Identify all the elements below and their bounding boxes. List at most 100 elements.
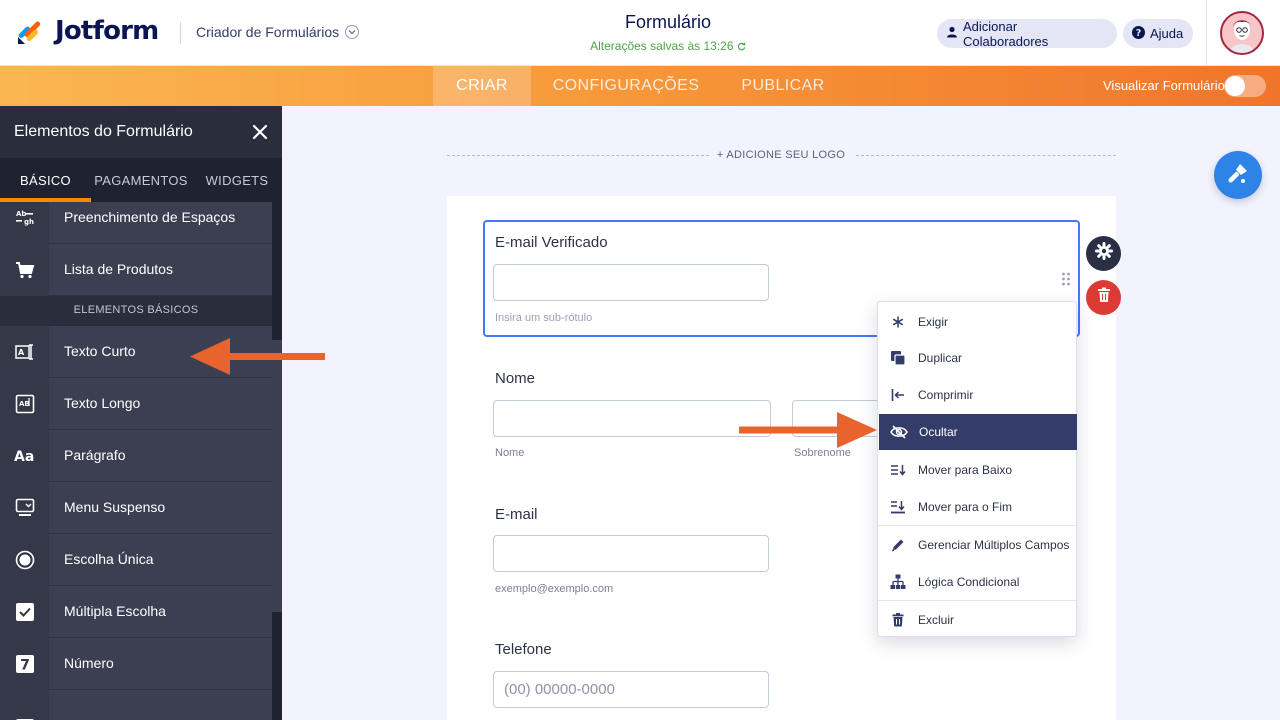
tab-build[interactable]: CRIAR: [433, 66, 531, 106]
help-label: Ajuda: [1150, 26, 1184, 41]
field-label[interactable]: E-mail: [495, 506, 538, 523]
question-icon: ?: [1132, 25, 1145, 42]
element-product-list[interactable]: Lista de Produtos: [0, 244, 272, 296]
sublabel-placeholder[interactable]: Insira um sub-rótulo: [495, 312, 592, 324]
brand-name: Jotform: [55, 16, 159, 46]
long-text-icon: AB: [0, 378, 49, 430]
image-icon: [0, 690, 49, 720]
element-label: Parágrafo: [64, 447, 126, 463]
element-label: Menu Suspenso: [64, 499, 166, 515]
menu-divider: [878, 525, 1076, 526]
tab-settings[interactable]: CONFIGURAÇÕES: [531, 66, 721, 106]
element-long-text[interactable]: AB Texto Longo: [0, 378, 272, 430]
logo-divider-left: [447, 155, 709, 156]
svg-text:Aa: Aa: [14, 449, 34, 464]
field-label[interactable]: Telefone: [495, 641, 552, 658]
svg-text:A: A: [18, 348, 25, 357]
tab-widgets[interactable]: WIDGETS: [199, 158, 275, 202]
jotform-logo[interactable]: Jotform: [16, 16, 159, 46]
annotation-arrow-right: [739, 412, 877, 448]
menu-item-label: Comprimir: [918, 388, 974, 402]
field-label[interactable]: E-mail Verificado: [495, 234, 608, 251]
element-number[interactable]: 7 Número: [0, 638, 272, 690]
paragraph-icon: Aa: [0, 430, 49, 482]
menu-item-manage-multiple-fields[interactable]: Gerenciar Múltiplos Campos: [878, 527, 1076, 563]
first-name-input[interactable]: [493, 400, 771, 437]
menu-item-label: Excluir: [918, 613, 955, 627]
delete-field-button[interactable]: [1086, 280, 1121, 315]
toggle-knob: [1225, 76, 1245, 96]
annotation-arrow-left: [190, 338, 325, 375]
tab-payments[interactable]: PAGAMENTOS: [91, 158, 191, 202]
form-creator-dropdown[interactable]: Criador de Formulários: [196, 24, 360, 40]
element-multiple-choice[interactable]: Múltipla Escolha: [0, 586, 272, 638]
phone-input[interactable]: (00) 00000-0000: [493, 671, 769, 708]
eye-slash-icon: [879, 425, 919, 439]
top-header: Jotform Criador de Formulários Formulári…: [0, 0, 1280, 66]
close-icon[interactable]: [252, 124, 268, 140]
drag-handle-icon[interactable]: [1061, 271, 1071, 287]
shrink-icon: [878, 388, 918, 402]
svg-text:AB: AB: [19, 400, 30, 408]
form-elements-panel: Elementos do Formulário BÁSICO PAGAMENTO…: [0, 106, 282, 720]
element-next-partial[interactable]: [0, 690, 272, 720]
menu-item-hide[interactable]: Ocultar: [879, 414, 1077, 450]
menu-item-label: Duplicar: [918, 351, 963, 365]
menu-item-shrink[interactable]: Comprimir: [878, 377, 1076, 413]
element-label: Texto Longo: [64, 395, 141, 411]
field-properties-button[interactable]: [1086, 236, 1121, 271]
cart-icon: [0, 244, 49, 296]
trash-icon: [878, 613, 918, 627]
move-end-icon: [878, 500, 918, 514]
menu-item-label: Mover para o Fim: [918, 500, 1013, 514]
elements-list: Ab gh Preenchimento de Espaços Lista de P…: [0, 202, 272, 720]
menu-item-label: Ocultar: [919, 425, 958, 439]
form-designer-button[interactable]: [1214, 151, 1262, 199]
add-collaborators-button[interactable]: Adicionar Colaboradores: [937, 19, 1117, 49]
pencil-icon: [878, 538, 918, 552]
field-label[interactable]: Nome: [495, 370, 535, 387]
fill-blank-icon: Ab gh: [0, 202, 49, 244]
menu-item-label: Lógica Condicional: [918, 575, 1020, 589]
tab-basic[interactable]: BÁSICO: [0, 158, 91, 202]
chevron-down-icon: [345, 25, 360, 39]
panel-scrollbar-thumb[interactable]: [272, 340, 282, 612]
verified-email-input[interactable]: [493, 264, 769, 301]
paint-roller-icon: [1226, 161, 1250, 190]
asterisk-icon: [878, 316, 918, 328]
first-name-sublabel: Nome: [495, 447, 525, 459]
logic-icon: [878, 574, 918, 590]
menu-item-move-down[interactable]: Mover para Baixo: [878, 452, 1076, 488]
menu-item-require[interactable]: Exigir: [878, 304, 1076, 340]
menu-divider: [878, 600, 1076, 601]
help-button[interactable]: ? Ajuda: [1123, 19, 1193, 48]
menu-item-conditional-logic[interactable]: Lógica Condicional: [878, 564, 1076, 600]
tab-publish[interactable]: PUBLICAR: [721, 66, 845, 106]
number-icon: 7: [0, 638, 49, 690]
save-status: Alterações salvas às 13:26: [540, 39, 796, 53]
element-dropdown[interactable]: Menu Suspenso: [0, 482, 272, 534]
menu-item-label: Gerenciar Múltiplos Campos: [918, 538, 1070, 552]
element-label: Escolha Única: [64, 551, 154, 567]
element-label: Lista de Produtos: [64, 261, 173, 277]
panel-title: Elementos do Formulário: [14, 123, 193, 140]
menu-item-move-to-end[interactable]: Mover para o Fim: [878, 489, 1076, 525]
creator-label: Criador de Formulários: [196, 24, 340, 40]
preview-form-toggle[interactable]: [1224, 75, 1266, 97]
element-single-choice[interactable]: Escolha Única: [0, 534, 272, 586]
menu-item-duplicate[interactable]: Duplicar: [878, 340, 1076, 376]
preview-form-label: Visualizar Formulário: [1103, 78, 1225, 93]
svg-text:Ab: Ab: [16, 210, 26, 218]
form-title[interactable]: Formulário: [540, 12, 796, 33]
email-input[interactable]: [493, 535, 769, 572]
user-avatar[interactable]: [1220, 11, 1264, 55]
element-fill-in-the-blank[interactable]: Ab gh Preenchimento de Espaços: [0, 202, 272, 244]
account-area: [1206, 0, 1280, 66]
menu-item-delete[interactable]: Excluir: [878, 602, 1076, 638]
element-paragraph[interactable]: Aa Parágrafo: [0, 430, 272, 482]
section-basic-elements: ELEMENTOS BÁSICOS: [0, 296, 272, 324]
add-logo-link[interactable]: + ADICIONE SEU LOGO: [700, 149, 862, 161]
move-down-icon: [878, 464, 918, 476]
menu-item-label: Exigir: [918, 315, 949, 329]
trash-icon: [1097, 287, 1111, 308]
